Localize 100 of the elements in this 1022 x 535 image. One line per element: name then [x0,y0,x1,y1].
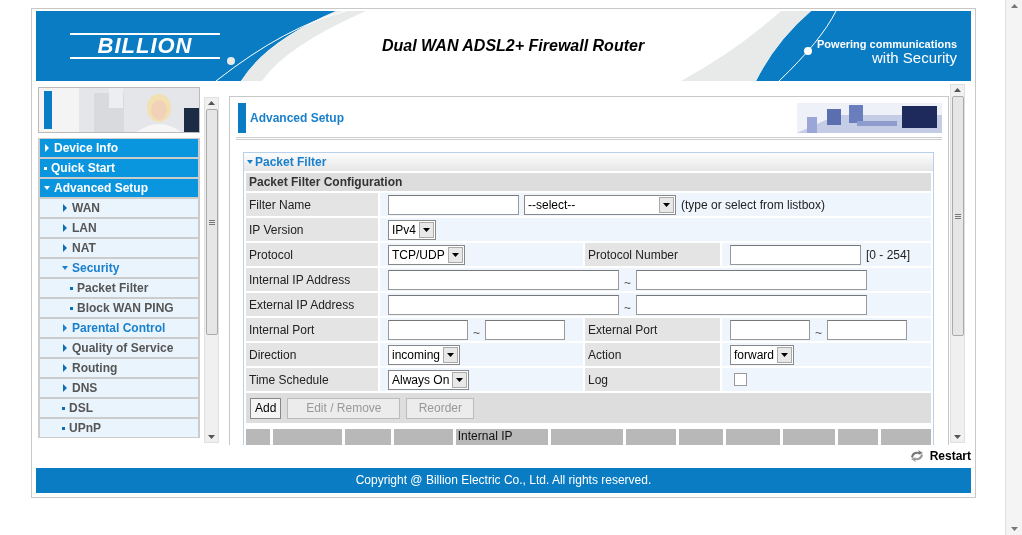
copyright-footer: Copyright @ Billion Electric Co., Ltd. All rights reserved. [36,468,971,493]
nav-item[interactable]: Routing [40,359,198,377]
caret-right-icon [62,244,68,252]
page-title: Advanced Setup [250,111,346,125]
scroll-up-icon[interactable] [1010,4,1018,8]
bullet-icon [62,406,65,410]
scrollbar[interactable] [204,97,219,443]
input-field[interactable] [485,319,565,340]
caret-down-icon [781,352,788,357]
column-header [679,429,724,445]
scroll-up-icon[interactable] [954,88,961,92]
dropdown[interactable]: forward [730,344,794,365]
column-header [246,429,270,445]
nav-item[interactable]: UPnP [40,419,198,437]
tagline: Powering communications with Security [817,37,957,65]
restart-link[interactable]: Restart [908,449,971,463]
field-label: Time Schedule [246,368,378,391]
column-header [626,429,677,445]
nav-item[interactable]: DSL [40,399,198,417]
bullet-icon [70,306,73,310]
dropdown[interactable]: TCP/UDP [388,244,465,265]
caret-right-icon [62,364,68,372]
logo: BILLION [70,33,220,59]
caret-right-icon [62,324,68,332]
caret-right-icon [44,144,50,152]
accent-bar [44,91,52,129]
field-label: Protocol Number [585,243,720,266]
column-header [272,429,342,445]
input-field[interactable] [827,319,907,340]
nav-item[interactable]: Packet Filter [40,279,198,297]
range-separator: ~ [473,325,480,340]
caret-down-icon [456,377,464,382]
section-header[interactable]: Packet Filter [244,153,933,171]
bullet-icon [44,166,47,170]
caret-right-icon [62,384,68,392]
field-label: Protocol [246,243,378,266]
dropdown[interactable]: IPv4 [388,219,436,240]
column-header [726,429,781,445]
bullet-icon [70,286,73,290]
input-field[interactable] [388,319,468,340]
accent-bar [238,103,246,133]
scroll-down-icon[interactable] [954,435,961,439]
caret-down-icon [44,184,50,192]
caret-right-icon [62,204,68,212]
checkbox[interactable] [734,373,747,386]
input-field[interactable] [388,269,619,290]
nav-item[interactable]: WAN [40,199,198,217]
input-field[interactable] [730,244,861,265]
nav-item[interactable]: NAT [40,239,198,257]
field-label: IP Version [246,218,378,241]
restart-icon [908,449,925,463]
field-label: Filter Name [246,193,378,216]
range-separator: ~ [815,325,822,340]
grip-icon [954,213,961,219]
column-header [345,429,392,445]
field-label: Internal IP Address [246,268,378,291]
field-label: Internal Port [246,318,378,341]
scroll-up-icon[interactable] [208,101,215,105]
input-field[interactable] [388,294,619,315]
column-header [394,429,453,445]
dropdown[interactable]: Always On [388,369,470,390]
input-field[interactable] [388,194,519,215]
caret-down-icon [62,264,68,272]
scrollbar[interactable] [1005,0,1022,535]
hint-text: [0 - 254] [866,247,911,262]
nav-item[interactable]: DNS [40,379,198,397]
range-separator: ~ [624,275,631,290]
input-field[interactable] [636,294,867,315]
field-label: Log [585,368,720,391]
scroll-down-icon[interactable] [1010,527,1018,531]
field-label: External IP Address [246,293,378,316]
nav-item[interactable]: Quality of Service [40,339,198,357]
nav-item[interactable]: Block WAN PING [40,299,198,317]
column-header [837,429,879,445]
nav-item[interactable]: Parental Control [40,319,198,337]
caret-down-icon [247,158,253,166]
input-field[interactable] [730,319,810,340]
scroll-down-icon[interactable] [208,435,215,439]
product-title: Dual WAN ADSL2+ Firewall Router [382,37,645,55]
field-label: Action [585,343,720,366]
nav-item[interactable]: Security [40,259,198,277]
caret-right-icon [62,344,68,352]
grip-icon [208,219,215,225]
dropdown[interactable]: --select-- [524,194,676,215]
hint-text: (type or select from listbox) [681,197,826,212]
range-separator: ~ [624,300,631,315]
caret-right-icon [62,224,68,232]
dropdown[interactable]: incoming [388,344,461,365]
nav-item[interactable]: LAN [40,219,198,237]
caret-down-icon [451,252,459,257]
caret-down-icon [447,352,455,357]
form-title: Packet Filter Configuration [246,173,931,191]
scrollbar[interactable] [950,84,965,443]
column-header: Internal IP [455,429,548,445]
field-label: Direction [246,343,378,366]
caret-down-icon [663,202,670,207]
input-field[interactable] [636,269,867,290]
field-label: External Port [585,318,720,341]
column-header [783,429,835,445]
action-button[interactable]: Add [250,397,282,419]
